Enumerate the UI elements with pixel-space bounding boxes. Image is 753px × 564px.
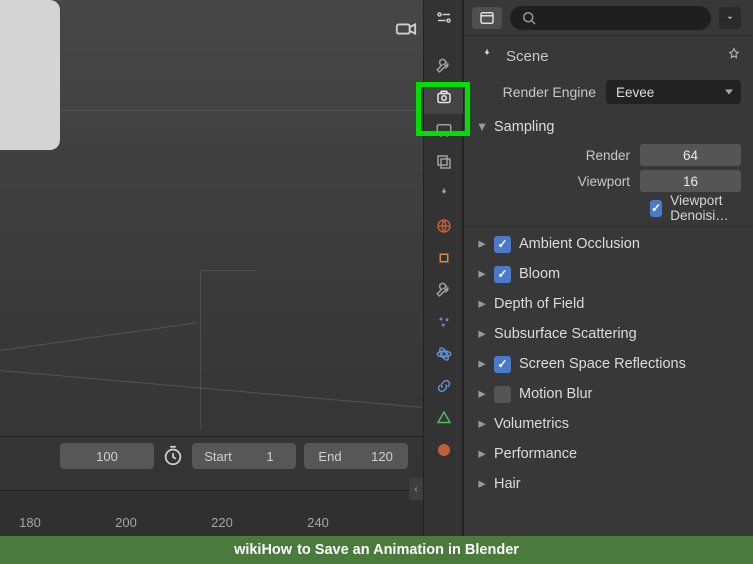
render-samples-field[interactable]: 64 xyxy=(640,144,741,166)
camera-icon xyxy=(395,18,417,36)
modifiers-tab-icon[interactable] xyxy=(424,274,464,306)
chevron-right-icon xyxy=(476,476,488,492)
sampling-label: Sampling xyxy=(494,119,554,135)
timeline-ruler[interactable]: 180 200 220 240 xyxy=(0,490,423,536)
particles-tab-icon[interactable] xyxy=(424,306,464,338)
scene-label: Scene xyxy=(506,48,549,65)
current-frame-field[interactable]: 100 xyxy=(60,443,154,469)
chevron-right-icon xyxy=(476,446,488,462)
section-subsurface-scattering[interactable]: Subsurface Scattering xyxy=(464,319,753,349)
ssr-label: Screen Space Reflections xyxy=(519,356,686,372)
chevron-right-icon xyxy=(476,236,488,252)
options-icon[interactable] xyxy=(424,0,464,38)
dof-label: Depth of Field xyxy=(494,296,584,312)
timeline-controls: 100 Start 1 End 120 xyxy=(60,443,408,469)
timeline: 100 Start 1 End 120 180 200 220 240 ‹ xyxy=(0,436,423,536)
section-bloom[interactable]: Bloom xyxy=(464,259,753,289)
motion-blur-checkbox[interactable] xyxy=(494,386,511,403)
tool-tab-icon[interactable] xyxy=(424,50,464,82)
search-input[interactable] xyxy=(510,6,711,30)
section-ambient-occlusion[interactable]: Ambient Occlusion xyxy=(464,229,753,259)
scene-icon xyxy=(478,46,496,67)
bloom-checkbox[interactable] xyxy=(494,266,511,283)
material-tab-icon[interactable] xyxy=(424,434,464,466)
panel-header xyxy=(464,0,753,36)
end-value: 120 xyxy=(356,449,408,464)
physics-tab-icon[interactable] xyxy=(424,338,464,370)
ambient-occlusion-checkbox[interactable] xyxy=(494,236,511,253)
properties-tab-strip xyxy=(423,0,463,536)
render-engine-select[interactable]: Eevee xyxy=(606,80,741,104)
ruler-tick: 240 xyxy=(307,515,329,530)
filter-dropdown[interactable] xyxy=(719,7,741,29)
start-label: Start xyxy=(192,449,244,464)
properties-panel: Scene Render Engine Eevee Sampling Rende… xyxy=(463,0,753,536)
ruler-tick: 180 xyxy=(19,515,41,530)
section-hair[interactable]: Hair xyxy=(464,469,753,499)
section-motion-blur[interactable]: Motion Blur xyxy=(464,379,753,409)
editor-type-dropdown[interactable] xyxy=(472,7,502,29)
section-sampling[interactable]: Sampling xyxy=(464,112,753,142)
viewport-samples-field[interactable]: 16 xyxy=(640,170,741,192)
world-tab-icon[interactable] xyxy=(424,210,464,242)
object-tab-icon[interactable] xyxy=(424,242,464,274)
object-in-scene xyxy=(0,0,60,150)
scene-row: Scene xyxy=(464,36,753,76)
hair-label: Hair xyxy=(494,476,521,492)
end-frame-field[interactable]: End 120 xyxy=(304,443,408,469)
motion-blur-label: Motion Blur xyxy=(519,386,592,402)
chevron-right-icon xyxy=(476,386,488,402)
chevron-right-icon xyxy=(476,416,488,432)
render-engine-row: Render Engine Eevee xyxy=(464,76,753,108)
render-engine-value: Eevee xyxy=(616,85,654,100)
section-depth-of-field[interactable]: Depth of Field xyxy=(464,289,753,319)
end-label: End xyxy=(304,449,356,464)
separator xyxy=(464,226,753,227)
scene-tab-icon[interactable] xyxy=(424,178,464,210)
grid-line xyxy=(0,110,423,111)
object-edge xyxy=(200,270,255,430)
caption-brand: wikiHow xyxy=(234,542,292,558)
viewlayer-tab-icon[interactable] xyxy=(424,146,464,178)
ambient-occlusion-label: Ambient Occlusion xyxy=(519,236,640,252)
mesh-tab-icon[interactable] xyxy=(424,402,464,434)
viewport-denoise-checkbox[interactable] xyxy=(650,200,662,217)
bloom-label: Bloom xyxy=(519,266,560,282)
chevron-right-icon xyxy=(476,266,488,282)
auto-keyframe-icon[interactable] xyxy=(162,445,184,467)
viewport-denoise-label: Viewport Denoisi… xyxy=(670,193,753,223)
constraints-tab-icon[interactable] xyxy=(424,370,464,402)
wikihow-caption: wikiHow to Save an Animation in Blender xyxy=(0,536,753,564)
ssr-checkbox[interactable] xyxy=(494,356,511,373)
start-value: 1 xyxy=(244,449,296,464)
section-performance[interactable]: Performance xyxy=(464,439,753,469)
viewport-samples-label: Viewport xyxy=(486,174,640,189)
render-tab-icon[interactable] xyxy=(424,82,464,114)
volumetrics-label: Volumetrics xyxy=(494,416,569,432)
chevron-down-icon xyxy=(476,119,488,135)
render-samples-row: Render 64 xyxy=(464,142,753,168)
panel-resize-handle[interactable]: ‹ xyxy=(409,478,423,500)
section-screen-space-reflections[interactable]: Screen Space Reflections xyxy=(464,349,753,379)
panel-body: Scene Render Engine Eevee Sampling Rende… xyxy=(464,36,753,499)
render-engine-label: Render Engine xyxy=(478,84,596,100)
sss-label: Subsurface Scattering xyxy=(494,326,637,342)
viewport-samples-row: Viewport 16 xyxy=(464,168,753,194)
chevron-right-icon xyxy=(476,296,488,312)
viewport-denoise-row: Viewport Denoisi… xyxy=(464,194,753,222)
caption-text: to Save an Animation in Blender xyxy=(297,542,519,558)
output-tab-icon[interactable] xyxy=(424,114,464,146)
search-field[interactable] xyxy=(544,10,701,25)
start-frame-field[interactable]: Start 1 xyxy=(192,443,296,469)
ruler-tick: 200 xyxy=(115,515,137,530)
chevron-right-icon xyxy=(476,356,488,372)
pin-icon[interactable] xyxy=(725,46,743,67)
section-volumetrics[interactable]: Volumetrics xyxy=(464,409,753,439)
render-samples-label: Render xyxy=(486,148,640,163)
performance-label: Performance xyxy=(494,446,577,462)
chevron-right-icon xyxy=(476,326,488,342)
ruler-tick: 220 xyxy=(211,515,233,530)
